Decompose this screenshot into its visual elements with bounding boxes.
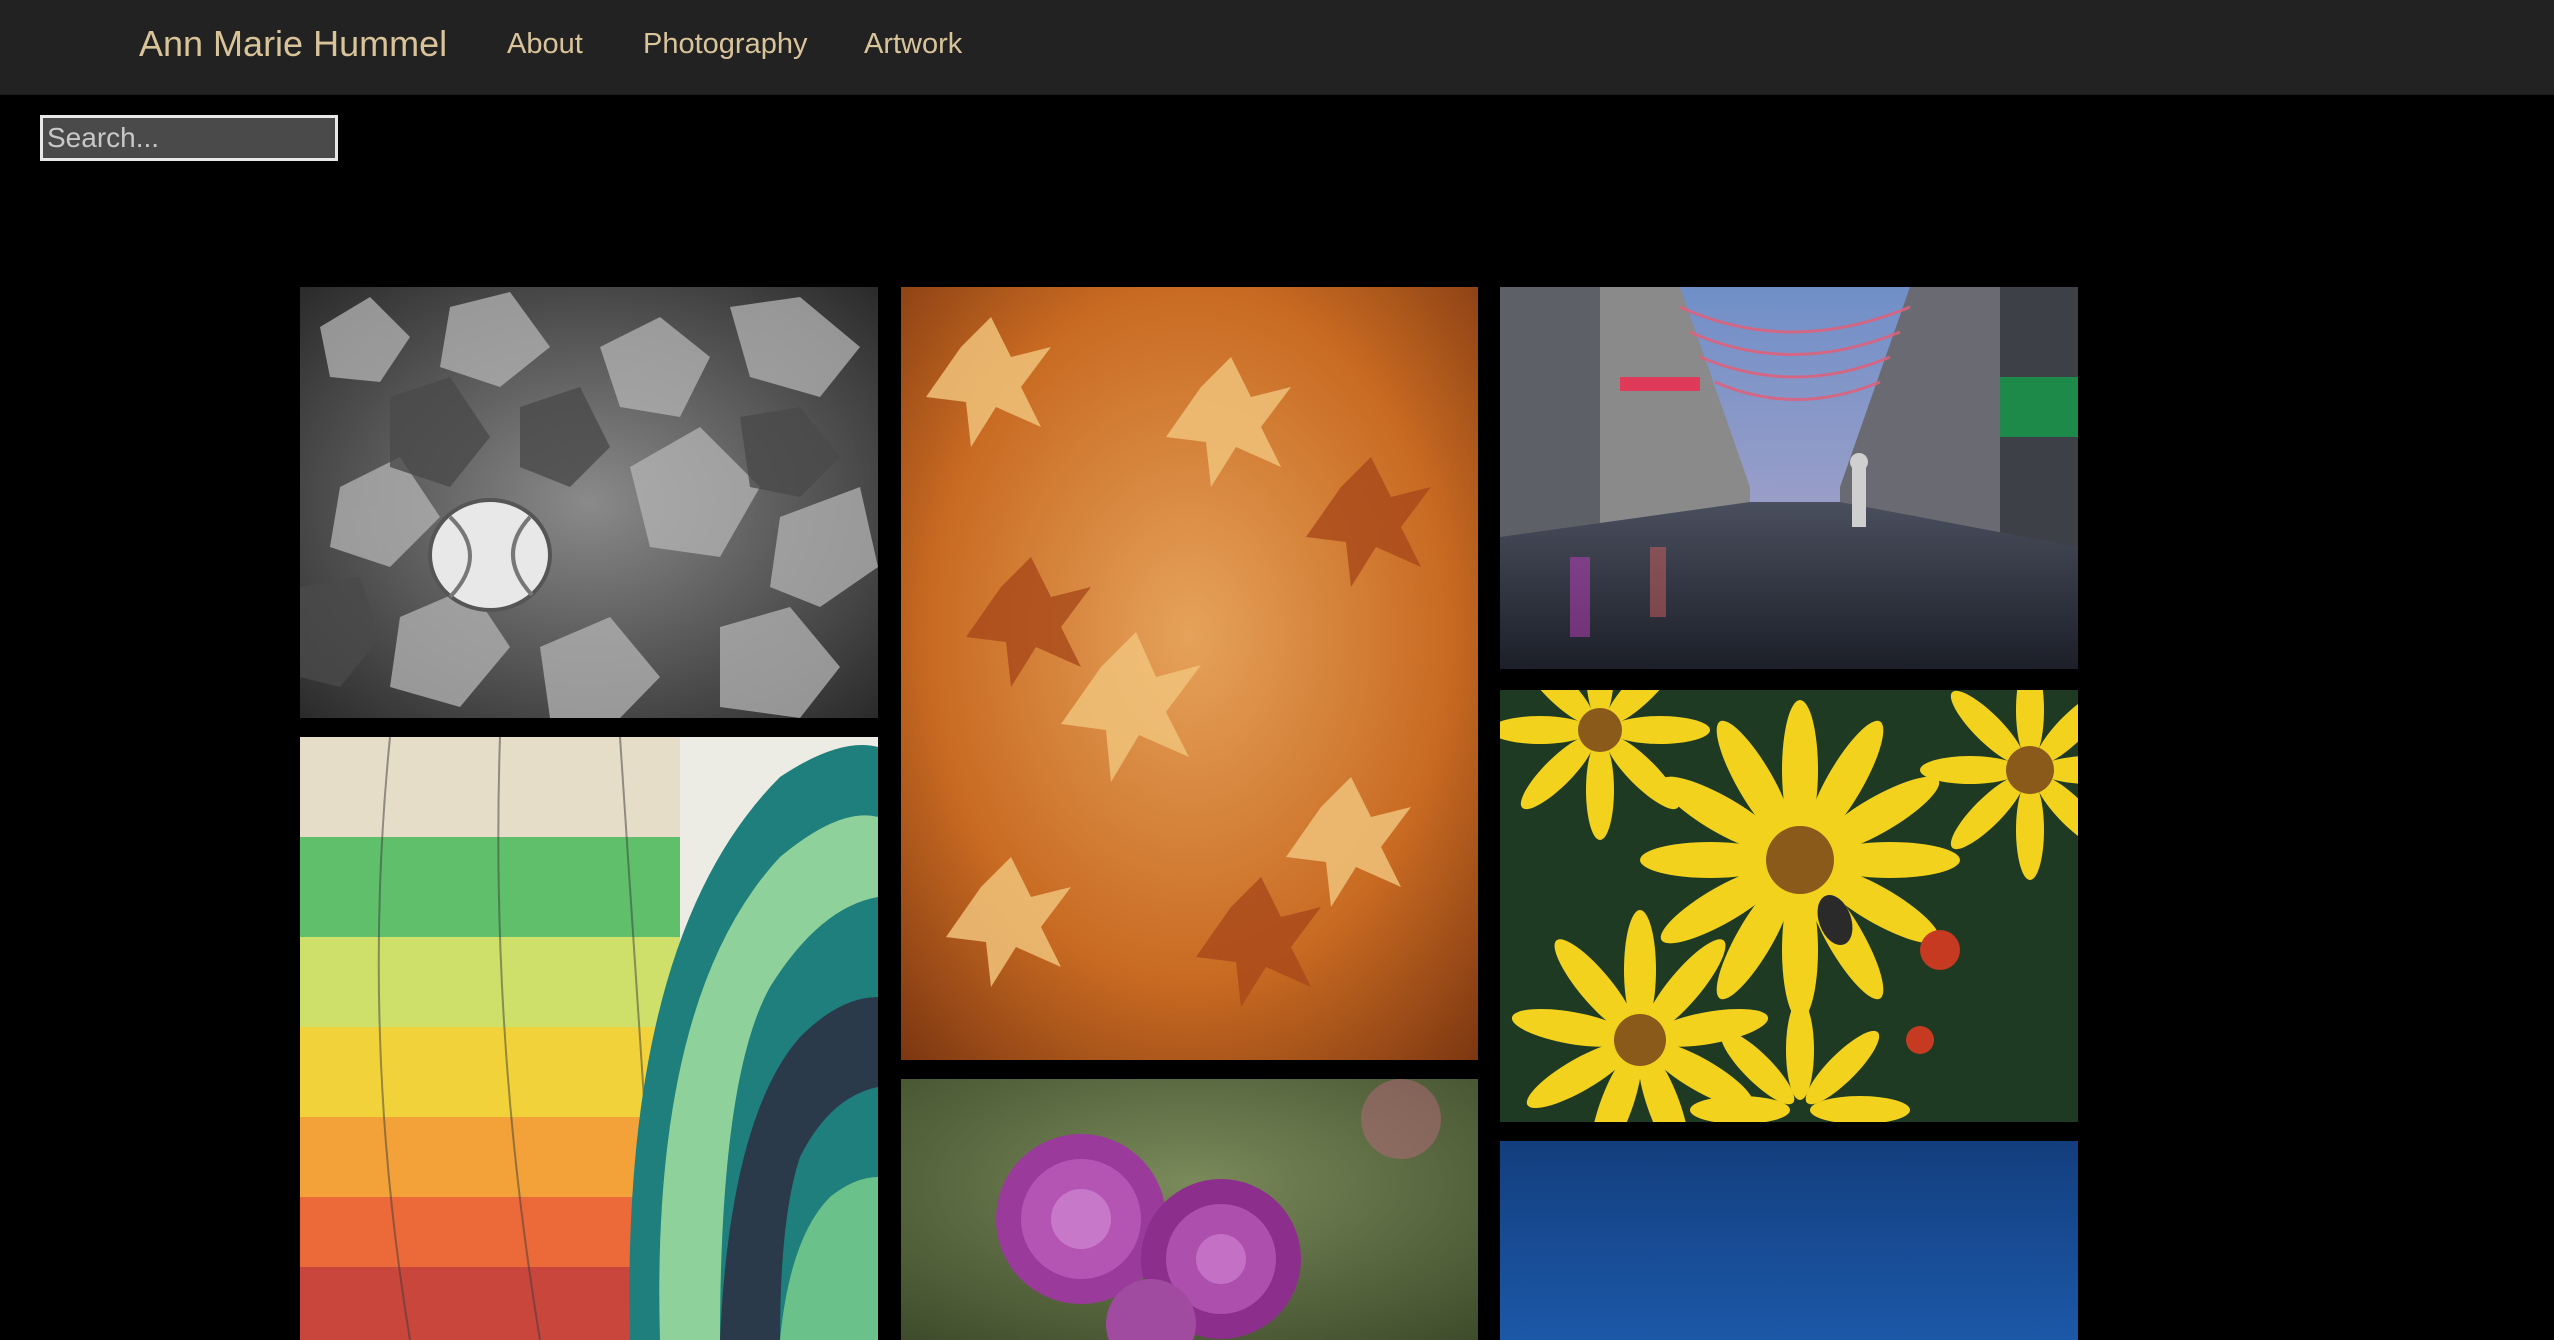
- nav-link-artwork[interactable]: Artwork: [864, 24, 962, 64]
- nav-link-about[interactable]: About: [507, 24, 583, 64]
- photo-baseball-leaves[interactable]: [300, 287, 878, 718]
- brand-link[interactable]: Ann Marie Hummel: [139, 20, 447, 68]
- navbar: Ann Marie Hummel About Photography Artwo…: [0, 0, 2554, 95]
- photo-autumn-leaves[interactable]: [901, 287, 1478, 1060]
- nav-link-photography[interactable]: Photography: [643, 24, 807, 64]
- photo-hot-air-balloons[interactable]: [300, 737, 878, 1340]
- photo-yellow-daisies[interactable]: [1500, 690, 2078, 1122]
- photo-city-street[interactable]: [1500, 287, 2078, 669]
- search-input[interactable]: [40, 115, 338, 161]
- photo-purple-chrysanthemums[interactable]: [901, 1079, 1478, 1340]
- photo-blue-sky[interactable]: [1500, 1141, 2078, 1340]
